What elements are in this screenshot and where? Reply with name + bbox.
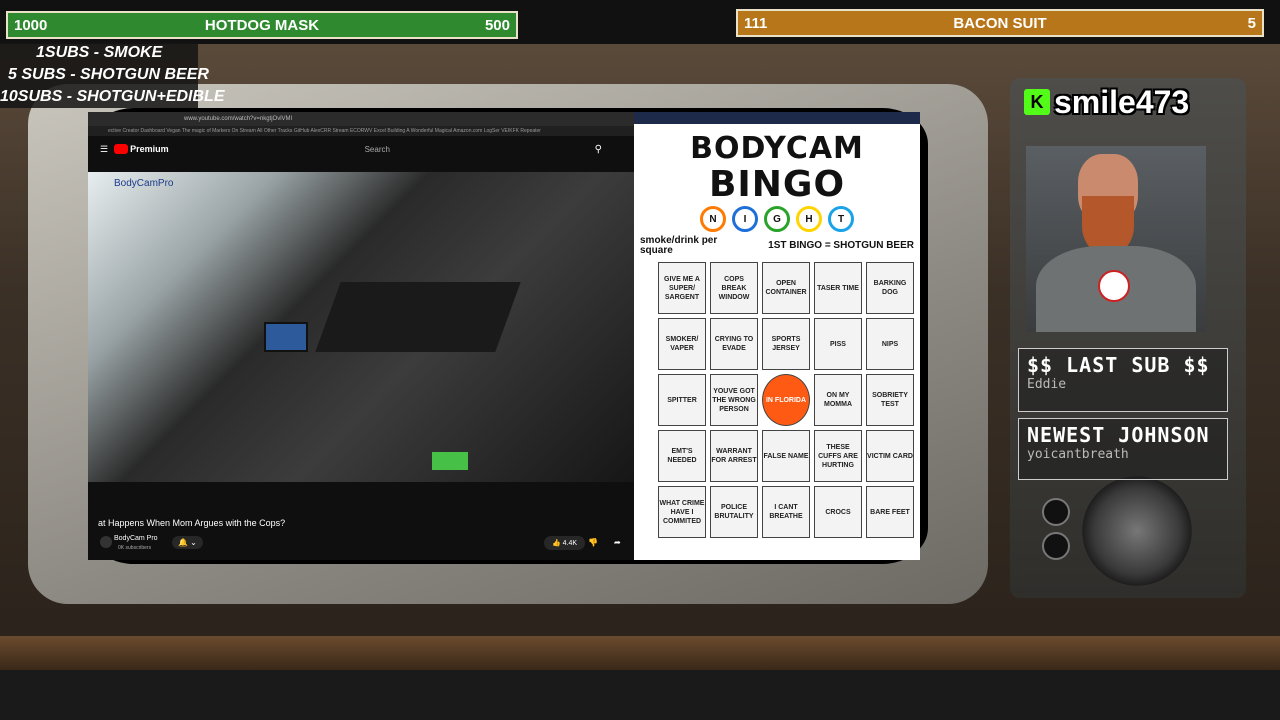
bingo-cell: TASER TIME bbox=[814, 262, 862, 314]
goal-bar-left: 1000 HOTDOG MASK 500 bbox=[6, 11, 518, 39]
bingo-cell: BARE FEET bbox=[866, 486, 914, 538]
bingo-cell: CRYING TO EVADE bbox=[710, 318, 758, 370]
goal-left-target: 500 bbox=[484, 16, 510, 34]
streamer-tag: K smile473 bbox=[1024, 84, 1189, 120]
ball-i: I bbox=[732, 206, 758, 232]
bingo-cell: SOBRIETY TEST bbox=[866, 374, 914, 426]
bingo-cell: CROCS bbox=[814, 486, 862, 538]
tv-wood-trim bbox=[0, 636, 1280, 670]
menu-icon[interactable]: ☰ bbox=[100, 144, 108, 155]
bingo-cell: FALSE NAME bbox=[762, 430, 810, 482]
youtube-logo-icon[interactable] bbox=[114, 144, 129, 154]
youtube-premium-label[interactable]: Premium bbox=[130, 144, 169, 154]
bell-icon[interactable]: 🔔 ⌄ bbox=[172, 536, 203, 549]
search-icon[interactable]: ⚲ bbox=[595, 144, 602, 155]
video-player[interactable]: BodyCamPro bbox=[88, 172, 634, 482]
bingo-rule-left: smoke/drink per square bbox=[640, 235, 718, 256]
browser-bookmarks-bar[interactable]: ective Creator Dashboard Vegan The magic… bbox=[88, 126, 634, 136]
bingo-card: BODYCAM BINGO N I G H T smoke/drink per … bbox=[634, 112, 920, 560]
dashboard-screen bbox=[264, 322, 308, 352]
knob-small-1 bbox=[1042, 498, 1070, 526]
goal-right-current: 111 bbox=[744, 14, 768, 32]
bingo-cell: SPORTS JERSEY bbox=[762, 318, 810, 370]
sub-rules-list: 1SUBS - SMOKE 5 SUBS - SHOTGUN BEER 10SU… bbox=[0, 42, 225, 108]
goal-left-current: 1000 bbox=[14, 16, 48, 34]
bingo-cell: IN FLORIDA bbox=[762, 374, 810, 426]
shirt-logo bbox=[1098, 270, 1130, 302]
knob-large bbox=[1082, 476, 1192, 586]
newest-title: NEWEST JOHNSON bbox=[1027, 423, 1210, 447]
webcam-feed bbox=[1026, 146, 1206, 332]
channel-avatar[interactable] bbox=[100, 536, 112, 548]
video-title[interactable]: at Happens When Mom Argues with the Cops… bbox=[98, 518, 285, 528]
goal-bar-right: 111 BACON SUIT 5 bbox=[736, 9, 1264, 37]
floor bbox=[0, 670, 1280, 720]
ball-t: T bbox=[828, 206, 854, 232]
bingo-cell: SPITTER bbox=[658, 374, 706, 426]
ball-h: H bbox=[796, 206, 822, 232]
last-sub-name: Eddie bbox=[1027, 377, 1067, 392]
goal-right-target: 5 bbox=[1247, 14, 1256, 32]
laptop-shape bbox=[315, 282, 521, 352]
subscriber-count: 0K subscribers bbox=[118, 545, 152, 551]
image-viewer-toolbar[interactable] bbox=[634, 112, 920, 124]
like-count: 4.4K bbox=[562, 540, 578, 547]
last-sub-box: $$ LAST SUB $$ Eddie bbox=[1018, 348, 1228, 412]
rule-2: 5 SUBS - SHOTGUN BEER bbox=[8, 66, 209, 83]
kick-logo-icon: K bbox=[1024, 89, 1050, 115]
bingo-cell: YOUVE GOT THE WRONG PERSON bbox=[710, 374, 758, 426]
newest-name: yoicantbreath bbox=[1027, 447, 1129, 462]
bingo-cell: EMT'S NEEDED bbox=[658, 430, 706, 482]
newest-box: NEWEST JOHNSON yoicantbreath bbox=[1018, 418, 1228, 480]
bingo-cell: GIVE ME A SUPER/ SARGENT bbox=[658, 262, 706, 314]
bingo-cell: VICTIM CARD bbox=[866, 430, 914, 482]
bingo-cell: WHAT CRIME HAVE I COMMITED bbox=[658, 486, 706, 538]
bingo-cell: PISS bbox=[814, 318, 862, 370]
last-sub-title: $$ LAST SUB $$ bbox=[1027, 353, 1210, 377]
search-input[interactable]: Search bbox=[365, 145, 595, 154]
rule-3: 10SUBS - SHOTGUN+EDIBLE bbox=[0, 88, 225, 105]
video-watermark: BodyCamPro bbox=[114, 178, 174, 189]
goal-left-name: HOTDOG MASK bbox=[204, 16, 320, 34]
radio-display bbox=[432, 452, 468, 470]
bingo-rule-right: 1ST BINGO = SHOTGUN BEER bbox=[768, 240, 914, 251]
bingo-cell: POLICE BRUTALITY bbox=[710, 486, 758, 538]
bingo-cell: BARKING DOG bbox=[866, 262, 914, 314]
ball-g: G bbox=[764, 206, 790, 232]
bingo-cell: I CANT BREATHE bbox=[762, 486, 810, 538]
night-balls: N I G H T bbox=[634, 206, 920, 232]
bingo-cell: THESE CUFFS ARE HURTING bbox=[814, 430, 862, 482]
channel-name[interactable]: BodyCam Pro bbox=[114, 535, 158, 542]
bingo-cell: COPS BREAK WINDOW bbox=[710, 262, 758, 314]
knob-small-2 bbox=[1042, 532, 1070, 560]
bingo-cell: NIPS bbox=[866, 318, 914, 370]
bingo-cell: ON MY MOMMA bbox=[814, 374, 862, 426]
bingo-grid: GIVE ME A SUPER/ SARGENT COPS BREAK WINDO… bbox=[658, 262, 920, 538]
bingo-title-1: BODYCAM bbox=[690, 131, 864, 166]
streamer-name: smile473 bbox=[1054, 83, 1190, 120]
rule-1: 1SUBS - SMOKE bbox=[36, 44, 163, 61]
youtube-capture: www.youtube.com/watch?v=nkgtjOvlVMI ecti… bbox=[88, 112, 634, 560]
bingo-title-2: BINGO bbox=[708, 164, 846, 205]
bingo-cell: WARRANT FOR ARREST bbox=[710, 430, 758, 482]
dislike-icon[interactable]: 👎 bbox=[588, 538, 598, 547]
goal-right-name: BACON SUIT bbox=[953, 14, 1047, 32]
bingo-cell: SMOKER/ VAPER bbox=[658, 318, 706, 370]
youtube-header: ☰ Premium Search ⚲ bbox=[88, 136, 634, 162]
bingo-cell: OPEN CONTAINER bbox=[762, 262, 810, 314]
like-button[interactable]: 👍 4.4K bbox=[544, 536, 586, 550]
ball-n: N bbox=[700, 206, 726, 232]
browser-url-bar[interactable]: www.youtube.com/watch?v=nkgtjOvlVMI bbox=[88, 112, 634, 126]
share-icon[interactable]: ➦ bbox=[614, 538, 621, 547]
bingo-rules-row: smoke/drink per square 1ST BINGO = SHOTG… bbox=[634, 236, 920, 256]
